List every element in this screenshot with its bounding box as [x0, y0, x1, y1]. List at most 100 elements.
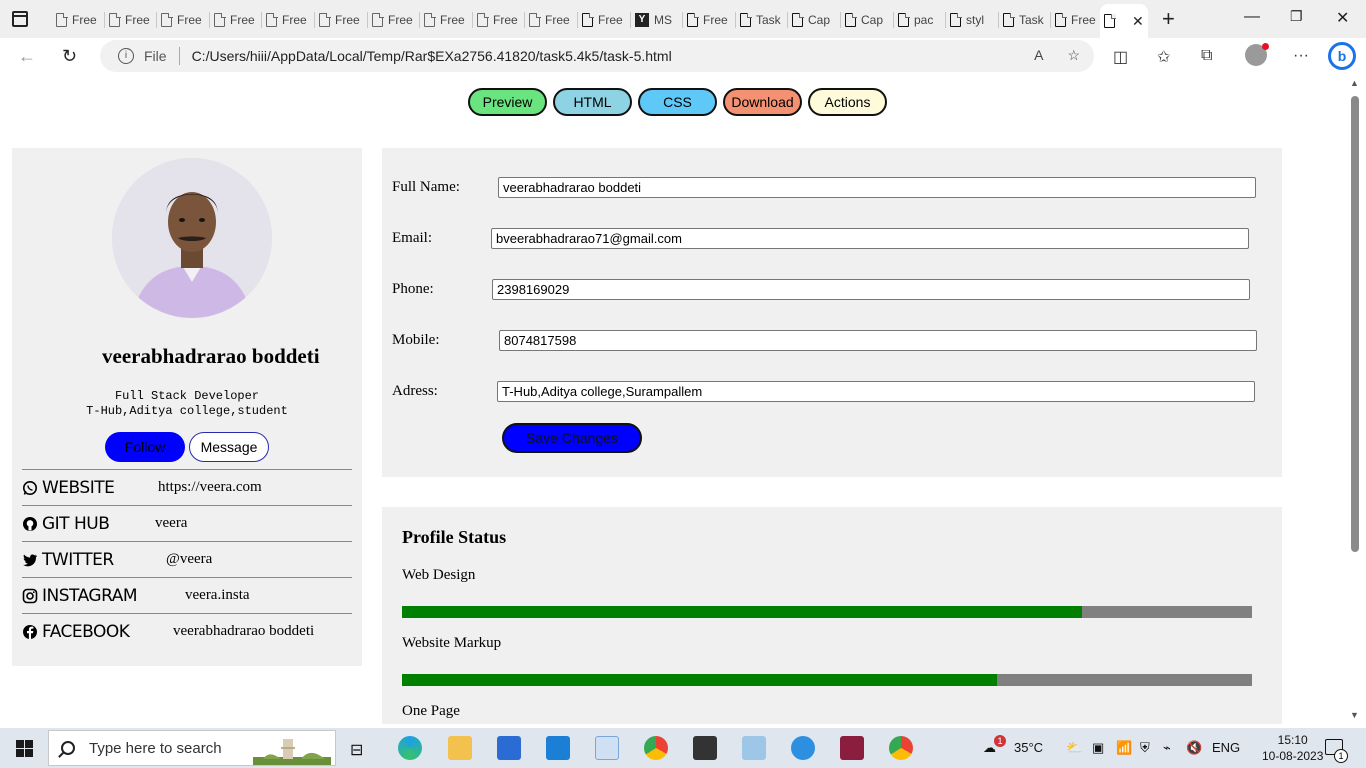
- refresh-icon[interactable]: ↻: [62, 46, 77, 67]
- chrome-icon[interactable]: [889, 736, 913, 760]
- restore-button[interactable]: ❐: [1290, 8, 1303, 25]
- sublime-text-icon[interactable]: [693, 736, 717, 760]
- file-explorer-icon[interactable]: [448, 736, 472, 760]
- edge-browser-icon[interactable]: [398, 736, 422, 760]
- phone-input[interactable]: [492, 279, 1250, 300]
- browser-tab[interactable]: Free: [477, 4, 521, 36]
- mail-icon[interactable]: [546, 736, 570, 760]
- power-icon[interactable]: ⌁: [1163, 740, 1171, 756]
- browser-tab[interactable]: Task: [1003, 4, 1047, 36]
- tab-label: styl: [966, 13, 984, 27]
- document-icon: [740, 12, 752, 27]
- social-value[interactable]: veera.insta: [185, 587, 250, 604]
- search-highlight-illustration: [253, 739, 331, 765]
- browser-tab[interactable]: Free: [109, 4, 153, 36]
- browser-tab[interactable]: Free: [214, 4, 258, 36]
- browser-tab[interactable]: Free: [582, 4, 626, 36]
- css-button[interactable]: CSS: [638, 88, 717, 116]
- social-row-github[interactable]: GIT HUB veera: [22, 505, 352, 541]
- scroll-down-arrow-icon[interactable]: ▼: [1350, 710, 1359, 720]
- browser-tab[interactable]: Free: [56, 4, 100, 36]
- browser-tab[interactable]: styl: [950, 4, 994, 36]
- social-row-instagram[interactable]: INSTAGRAM veera.insta: [22, 577, 352, 613]
- scroll-up-arrow-icon[interactable]: ▲: [1350, 78, 1359, 88]
- language-indicator[interactable]: ENG: [1212, 740, 1240, 755]
- actions-button[interactable]: Actions: [808, 88, 887, 116]
- new-tab-button[interactable]: +: [1162, 6, 1175, 32]
- html-button[interactable]: HTML: [553, 88, 632, 116]
- tab-actions-icon[interactable]: [12, 11, 28, 27]
- browser-tab[interactable]: Cap: [792, 4, 836, 36]
- document-icon: [1003, 12, 1015, 27]
- message-button[interactable]: Message: [189, 432, 269, 462]
- windows-start-icon[interactable]: [16, 740, 33, 757]
- social-row-facebook[interactable]: FACEBOOK veerabhadrarao boddeti: [22, 613, 352, 649]
- favorites-icon[interactable]: ✩: [1157, 47, 1170, 67]
- address-bar[interactable]: i File C:/Users/hiii/AppData/Local/Temp/…: [100, 40, 1094, 72]
- close-tab-icon[interactable]: ✕: [1132, 13, 1144, 30]
- bing-copilot-icon[interactable]: b: [1328, 42, 1356, 70]
- browser-tab[interactable]: Free: [161, 4, 205, 36]
- wifi-icon[interactable]: 📶: [1116, 740, 1132, 756]
- browser-tab[interactable]: Free: [424, 4, 468, 36]
- chrome-profile-icon[interactable]: [644, 736, 668, 760]
- microsoft-store-icon[interactable]: [497, 736, 521, 760]
- browser-tab[interactable]: Free: [529, 4, 573, 36]
- security-icon[interactable]: ⛨: [1140, 740, 1150, 756]
- page-scrollbar[interactable]: ▲ ▼: [1348, 74, 1362, 724]
- collections-icon[interactable]: ⧉: [1201, 47, 1212, 65]
- browser-tab[interactable]: Cap: [845, 4, 889, 36]
- social-row-website[interactable]: WEBSITE https://veera.com: [22, 469, 352, 505]
- browser-tab[interactable]: Free: [372, 4, 416, 36]
- social-value[interactable]: veerabhadrarao boddeti: [173, 623, 314, 640]
- browser-tab[interactable]: pac: [898, 4, 942, 36]
- onedrive-icon[interactable]: ⛅: [1066, 740, 1082, 756]
- active-tab[interactable]: ✕: [1100, 4, 1148, 38]
- address-input[interactable]: [497, 381, 1255, 402]
- follow-button[interactable]: Follow: [105, 432, 185, 462]
- document-icon: [214, 12, 226, 27]
- document-icon: [477, 12, 489, 27]
- email-input[interactable]: [491, 228, 1249, 249]
- system-clock[interactable]: 15:10 10-08-2023: [1262, 732, 1323, 764]
- browser-tab[interactable]: Free: [319, 4, 363, 36]
- internet-explorer-icon[interactable]: [791, 736, 815, 760]
- social-value[interactable]: https://veera.com: [158, 479, 262, 496]
- split-screen-icon[interactable]: ◫: [1113, 47, 1128, 67]
- meet-now-icon[interactable]: ▣: [1092, 740, 1104, 756]
- browser-tab[interactable]: Y MS: [635, 4, 679, 36]
- social-value[interactable]: veera: [155, 515, 187, 532]
- browser-tab[interactable]: Free: [1055, 4, 1099, 36]
- tab-separator: [945, 12, 946, 28]
- save-changes-button[interactable]: Save Changes: [502, 423, 642, 453]
- control-panel-icon[interactable]: [595, 736, 619, 760]
- close-window-button[interactable]: ✕: [1336, 8, 1349, 28]
- temperature[interactable]: 35°C: [1014, 740, 1043, 755]
- social-value[interactable]: @veera: [166, 551, 212, 568]
- winrar-icon[interactable]: [840, 736, 864, 760]
- read-aloud-icon[interactable]: A: [1034, 47, 1043, 64]
- browser-tab[interactable]: Free: [687, 4, 731, 36]
- fullname-input[interactable]: [498, 177, 1256, 198]
- info-icon[interactable]: i: [118, 48, 134, 64]
- more-menu-icon[interactable]: ···: [1293, 47, 1309, 65]
- back-icon[interactable]: ←: [18, 46, 36, 67]
- scroll-thumb[interactable]: [1351, 96, 1359, 552]
- download-button[interactable]: Download: [723, 88, 802, 116]
- preview-button[interactable]: Preview: [468, 88, 547, 116]
- volume-muted-icon[interactable]: 🔇: [1186, 740, 1202, 756]
- tab-separator: [261, 12, 262, 28]
- favorite-star-icon[interactable]: ☆: [1067, 47, 1080, 64]
- browser-tab[interactable]: Free: [266, 4, 310, 36]
- progress-fill: [402, 606, 1082, 618]
- taskbar-search-box[interactable]: Type here to search: [48, 730, 336, 766]
- social-row-twitter[interactable]: TWITTER @veera: [22, 541, 352, 577]
- task-view-icon[interactable]: ⊟: [350, 740, 363, 760]
- url-text[interactable]: C:/Users/hiii/AppData/Local/Temp/Rar$EXa…: [192, 48, 672, 64]
- fullname-label: Full Name:: [392, 179, 460, 195]
- mobile-input[interactable]: [499, 330, 1257, 351]
- notepad-icon[interactable]: [742, 736, 766, 760]
- browser-tab[interactable]: Task: [740, 4, 784, 36]
- minimize-button[interactable]: —: [1244, 8, 1260, 26]
- tab-separator: [472, 12, 473, 28]
